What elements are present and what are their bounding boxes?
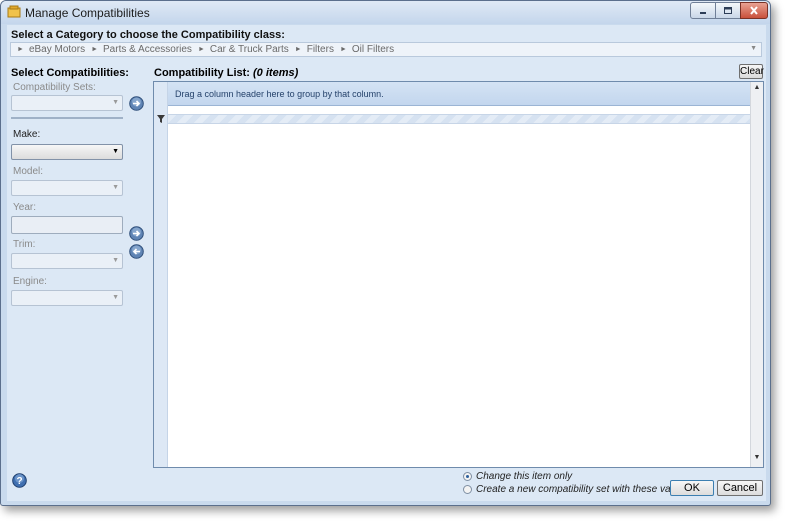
compatibility-sets-combo[interactable]: ▼: [11, 95, 123, 111]
engine-combo[interactable]: ▼: [11, 290, 123, 306]
compatibility-sets-label: Compatibility Sets:: [13, 82, 96, 93]
year-label: Year:: [13, 202, 36, 213]
clear-button[interactable]: Clear: [739, 64, 764, 79]
year-input[interactable]: [11, 216, 123, 234]
add-arrow-right-icon[interactable]: [129, 226, 144, 241]
scroll-up-icon[interactable]: ▲: [752, 84, 762, 95]
apply-set-arrow-right-icon[interactable]: [129, 96, 144, 111]
close-button[interactable]: [740, 2, 768, 19]
breadcrumb-arrow-icon: ►: [294, 46, 302, 53]
divider: [11, 117, 123, 119]
title-bar[interactable]: Manage Compatibilities: [1, 1, 770, 24]
breadcrumb-item[interactable]: ► eBay Motors: [17, 44, 85, 55]
vertical-scrollbar[interactable]: ▲ ▼: [750, 82, 763, 467]
help-icon[interactable]: ?: [12, 473, 27, 488]
create-set-label: Create a new compatibility set with thes…: [476, 484, 689, 495]
breadcrumb-arrow-icon: ►: [91, 46, 99, 53]
filter-icon[interactable]: [157, 115, 165, 125]
compatibility-list-count: (0 items): [253, 67, 299, 79]
change-item-only-option[interactable]: Change this item only: [463, 471, 572, 482]
compatibility-grid[interactable]: Drag a column header here to group by th…: [153, 81, 764, 468]
make-label: Make:: [13, 129, 41, 140]
category-label: Select a Category to choose the Compatib…: [11, 29, 285, 41]
make-combo[interactable]: ▼: [11, 144, 123, 160]
restore-button[interactable]: [715, 2, 741, 19]
chevron-down-icon: ▼: [112, 99, 119, 106]
compatibility-list-title: Compatibility List: (0 items): [154, 67, 298, 79]
chevron-down-icon: ▼: [112, 257, 119, 264]
ok-button[interactable]: OK: [670, 480, 714, 496]
breadcrumb-item[interactable]: ► Car & Truck Parts: [198, 44, 289, 55]
radio-selected[interactable]: [463, 472, 472, 481]
breadcrumb-item[interactable]: ► Filters: [295, 44, 334, 55]
group-by-hint: Drag a column header here to group by th…: [175, 89, 384, 99]
breadcrumb-arrow-icon: ►: [339, 46, 347, 53]
minimize-button[interactable]: [690, 2, 716, 19]
row-indicator-column: [154, 82, 168, 467]
app-icon: [7, 5, 21, 18]
compatibility-list-label: Compatibility List:: [154, 67, 250, 79]
breadcrumb-item[interactable]: ► Oil Filters: [340, 44, 394, 55]
engine-label: Engine:: [13, 276, 47, 287]
manage-compatibilities-window: Manage Compatibilities Select a Category…: [0, 0, 771, 506]
select-compatibilities-title: Select Compatibilities:: [11, 67, 129, 79]
scroll-down-icon[interactable]: ▼: [752, 454, 762, 465]
remove-arrow-left-icon[interactable]: [129, 244, 144, 259]
breadcrumb-item[interactable]: ► Parts & Accessories: [91, 44, 192, 55]
change-item-only-label: Change this item only: [476, 471, 573, 482]
trim-combo[interactable]: ▼: [11, 253, 123, 269]
chevron-down-icon: ▼: [112, 184, 119, 191]
trim-label: Trim:: [13, 239, 36, 250]
filter-row[interactable]: [168, 114, 750, 124]
dialog-body: Select a Category to choose the Compatib…: [7, 25, 766, 501]
chevron-down-icon: ▼: [112, 294, 119, 301]
window-title: Manage Compatibilities: [25, 6, 150, 20]
close-icon: [750, 6, 758, 15]
model-combo[interactable]: ▼: [11, 180, 123, 196]
group-by-panel[interactable]: Drag a column header here to group by th…: [168, 82, 750, 106]
cancel-button[interactable]: Cancel: [717, 480, 763, 496]
radio-unselected[interactable]: [463, 485, 472, 494]
restore-icon: [724, 7, 732, 14]
category-breadcrumb[interactable]: ► eBay Motors ► Parts & Accessories ► Car &…: [10, 42, 762, 57]
chevron-down-icon: ▼: [112, 148, 119, 155]
breadcrumb-dropdown-icon[interactable]: ▼: [750, 45, 757, 52]
breadcrumb-arrow-icon: ►: [197, 46, 205, 53]
breadcrumb-arrow-icon: ►: [17, 46, 24, 53]
model-label: Model:: [13, 166, 44, 177]
minimize-icon: [700, 11, 706, 14]
svg-text:?: ?: [16, 476, 22, 487]
create-set-option[interactable]: Create a new compatibility set with thes…: [463, 484, 689, 495]
